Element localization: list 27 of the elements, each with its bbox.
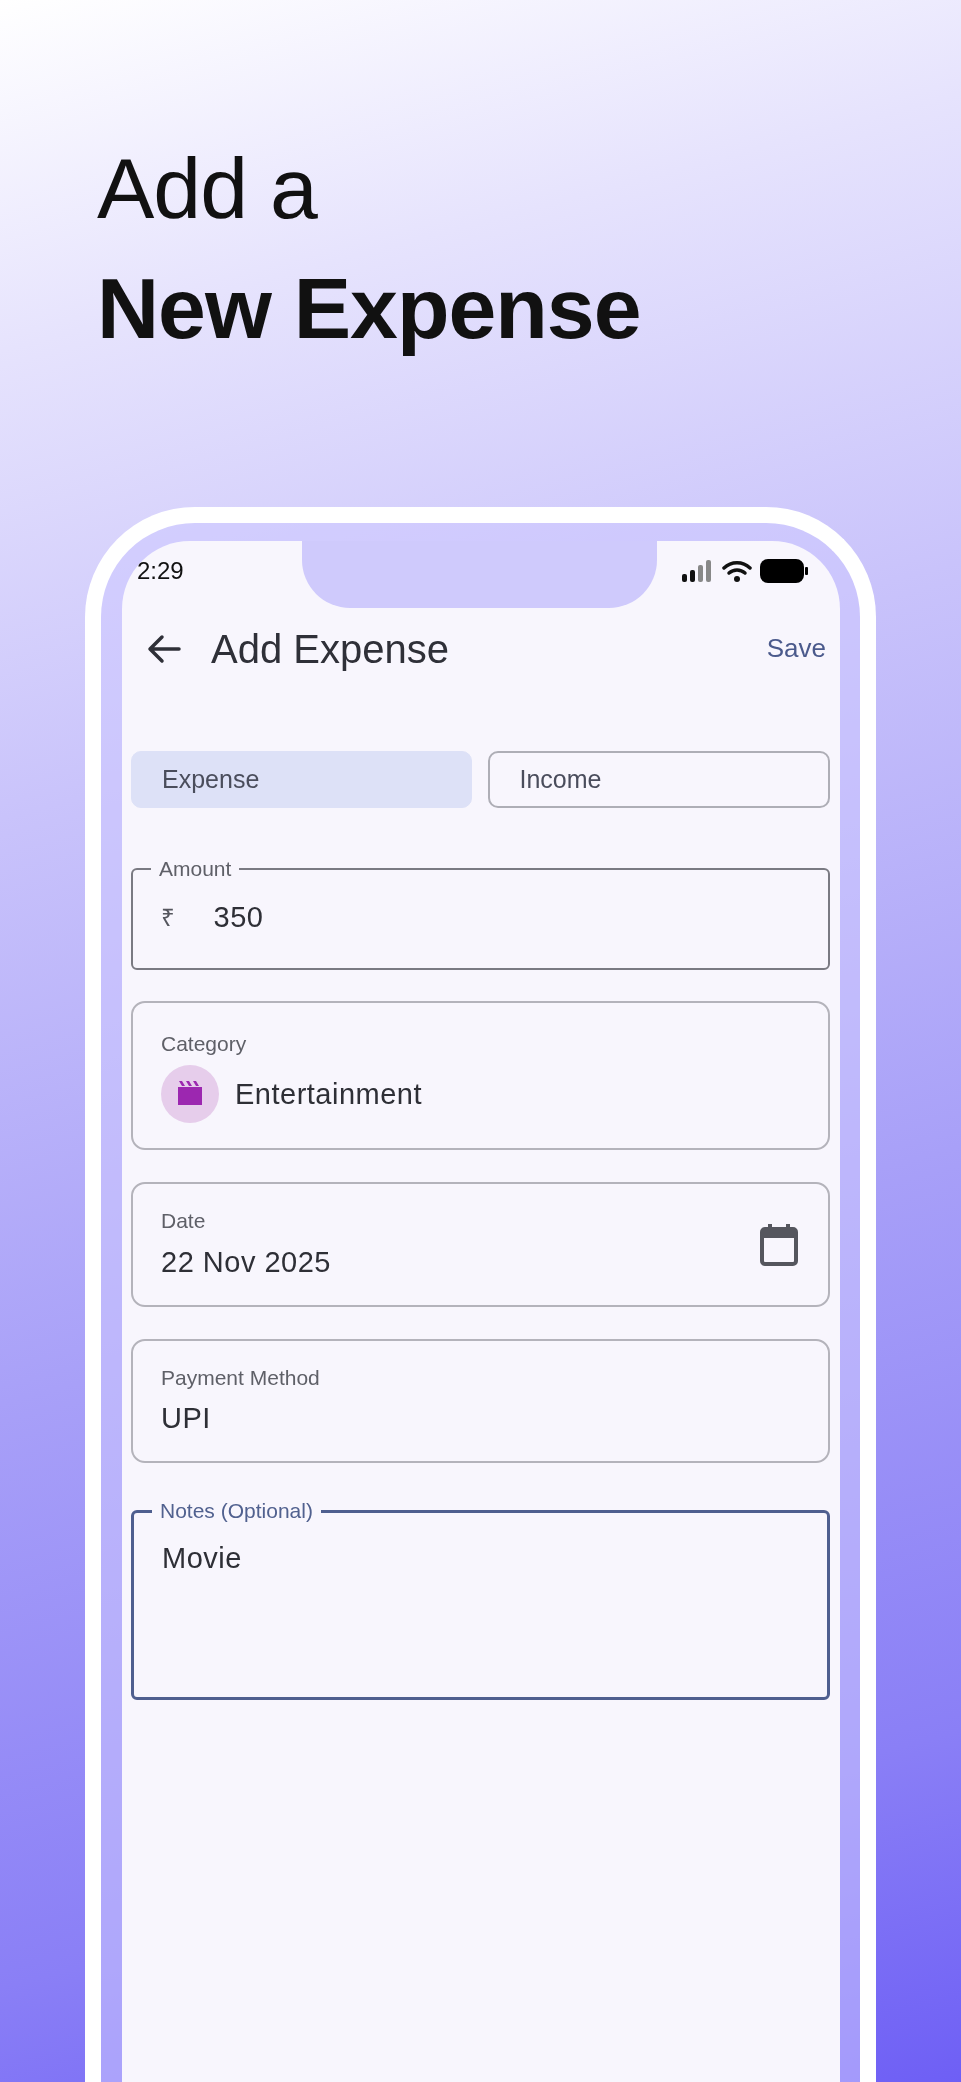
field-label: Date — [161, 1208, 207, 1234]
calendar-icon[interactable] — [760, 1223, 798, 1266]
headline: New Expense — [97, 259, 641, 358]
status-time: 2:29 — [137, 556, 184, 586]
field-label: Amount — [158, 857, 233, 881]
field-label: Category — [161, 1030, 248, 1057]
currency-symbol: ₹ — [161, 903, 176, 933]
wifi-icon — [722, 560, 752, 582]
back-arrow-icon — [147, 633, 181, 664]
screen-title: Add Expense — [211, 625, 450, 673]
date-picker[interactable]: Date 22 Nov 2025 — [131, 1182, 830, 1307]
field-value: 350 — [213, 900, 264, 936]
battery-icon — [760, 559, 808, 583]
back-button[interactable] — [147, 633, 181, 664]
payment-method-selector[interactable]: Payment Method UPI — [131, 1339, 830, 1463]
signal-icon — [682, 560, 714, 582]
field-value: UPI — [161, 1401, 212, 1436]
save-button[interactable]: Save — [766, 629, 826, 668]
headline: Add a — [97, 139, 319, 238]
field-label: Payment Method — [161, 1364, 321, 1391]
field-label: Notes (Optional) — [159, 1499, 314, 1523]
field-value: 22 Nov 2025 — [161, 1244, 332, 1280]
field-value: Entertainment — [235, 1076, 423, 1112]
type-toggle-button[interactable]: Expense — [131, 751, 472, 808]
field-value: Movie — [162, 1541, 243, 1576]
category-selector[interactable]: Category Entertainment — [131, 1001, 830, 1150]
type-toggle-button[interactable]: Income — [487, 751, 830, 808]
